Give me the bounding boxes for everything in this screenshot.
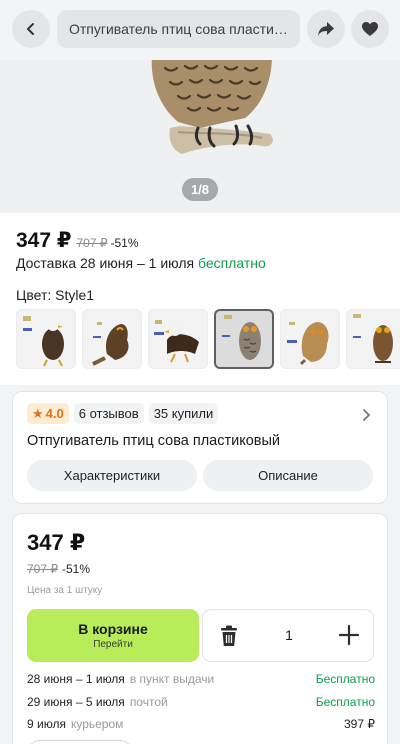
heart-icon — [362, 22, 378, 36]
color-label: Цвет: Style1 — [16, 287, 95, 303]
swatch-eagle[interactable] — [16, 309, 76, 369]
owl-thumbnail — [92, 322, 129, 366]
discount-badge: -51% — [110, 236, 139, 250]
delivery-option: 28 июня – 1 июля в пункт выдачи Бесплатно — [27, 672, 375, 686]
favorite-button[interactable] — [351, 10, 389, 48]
more-options-pill[interactable] — [27, 740, 133, 744]
delivery-cost: Бесплатно — [315, 672, 375, 686]
chevron-right-icon[interactable] — [361, 408, 371, 422]
delivery-method: в пункт выдачи — [129, 672, 215, 686]
product-page: 1/8 Отпугиватель птиц сова пластико... 3… — [0, 0, 400, 744]
search-text: Отпугиватель птиц сова пластико... — [69, 21, 288, 37]
star-icon: ★ — [32, 405, 44, 421]
share-button[interactable] — [307, 10, 345, 48]
delivery-option: 9 июля курьером 397 ₽ — [27, 717, 375, 731]
rating-badge[interactable]: ★ 4.0 — [27, 403, 69, 424]
top-bar: Отпугиватель птиц сова пластико... — [0, 0, 400, 60]
swatch-owl-brown[interactable] — [82, 309, 142, 369]
product-title: Отпугиватель птиц сова пластиковый — [27, 433, 280, 449]
old-price: 707 ₽ — [76, 236, 108, 250]
delivery-cost: 397 ₽ — [344, 717, 375, 731]
eagle-flying-thumbnail — [154, 320, 199, 363]
buy-old-price: 707 ₽ — [27, 562, 58, 576]
price-row: 347 ₽ 707 ₽ -51% — [16, 228, 139, 253]
swatch-owl-light[interactable] — [280, 309, 340, 369]
chevron-left-icon — [27, 23, 34, 35]
delivery-date: 29 июня – 5 июля — [27, 695, 125, 709]
buy-discount: -51% — [62, 562, 91, 576]
trash-icon[interactable] — [217, 624, 241, 648]
delivery-dates: Доставка 28 июня – 1 июля — [16, 255, 195, 271]
buy-card: 347 ₽ 707 ₽ -51% Цена за 1 штуку В корзин… — [12, 513, 388, 744]
quantity-value[interactable]: 1 — [273, 627, 305, 643]
delivery-free-label: бесплатно — [198, 255, 266, 271]
plus-icon[interactable] — [338, 624, 360, 646]
swatch-owl-standing[interactable] — [346, 309, 400, 369]
product-summary-card[interactable]: ★ 4.0 6 отзывов 35 купили Отпугиватель п… — [12, 391, 388, 504]
delivery-option: 29 июня – 5 июля почтой Бесплатно — [27, 695, 375, 709]
go-to-cart-label: Перейти — [93, 639, 133, 650]
share-arrow-icon — [318, 22, 334, 36]
rating-value: 4.0 — [45, 406, 64, 421]
specs-button[interactable]: Характеристики — [27, 460, 197, 491]
search-field[interactable]: Отпугиватель птиц сова пластико... — [57, 10, 300, 48]
price-section: 347 ₽ 707 ₽ -51% Доставка 28 июня – 1 ию… — [0, 213, 400, 385]
in-cart-button[interactable]: В корзине Перейти — [27, 609, 199, 662]
description-button[interactable]: Описание — [203, 460, 373, 491]
bought-badge: 35 купили — [148, 403, 219, 424]
delivery-method: почтой — [129, 695, 168, 709]
reviews-badge[interactable]: 6 отзывов — [73, 403, 144, 424]
delivery-date: 28 июня – 1 июля — [27, 672, 125, 686]
quantity-stepper: 1 — [202, 609, 374, 662]
delivery-date: 9 июля — [27, 717, 66, 731]
buy-price: 347 ₽ — [27, 530, 86, 555]
delivery-cost: Бесплатно — [315, 695, 375, 709]
delivery-info: Доставка 28 июня – 1 июля бесплатно — [16, 255, 266, 271]
in-cart-label: В корзине — [78, 621, 148, 637]
current-price: 347 ₽ — [16, 229, 72, 252]
gallery-counter: 1/8 — [182, 178, 218, 201]
back-button[interactable] — [12, 10, 50, 48]
swatch-eagle-flying[interactable] — [148, 309, 208, 369]
grey-owl-thumbnail — [222, 315, 261, 360]
buy-old-price-row: 707 ₽ -51% — [27, 562, 90, 576]
color-swatches — [16, 309, 400, 369]
light-owl-thumbnail — [287, 322, 329, 366]
delivery-method: курьером — [70, 717, 124, 731]
unit-price-note: Цена за 1 штуку — [27, 585, 103, 596]
standing-owl-thumbnail — [353, 314, 393, 363]
eagle-thumbnail — [23, 316, 64, 367]
rating-row: ★ 4.0 6 отзывов 35 купили — [27, 403, 219, 424]
swatch-owl-grey[interactable] — [214, 309, 274, 369]
